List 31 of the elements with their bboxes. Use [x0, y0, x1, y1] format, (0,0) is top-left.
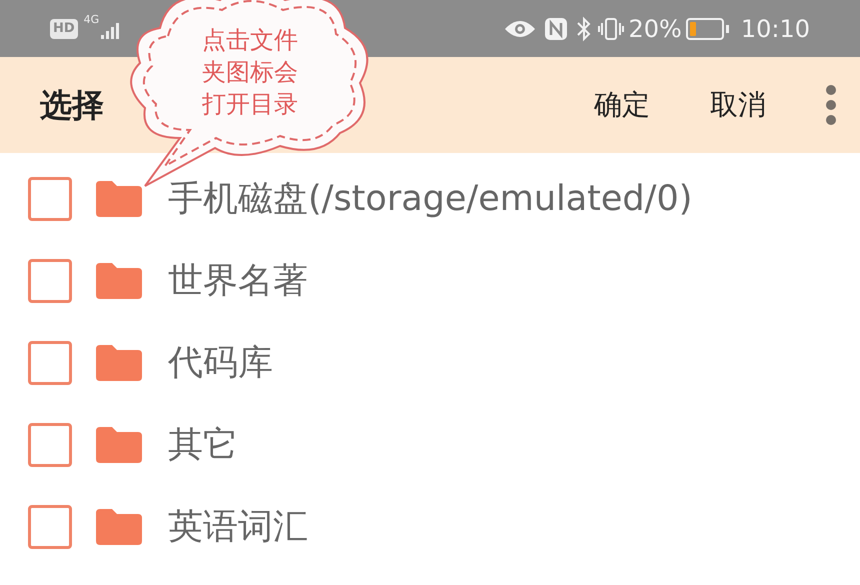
eye-icon: [504, 18, 536, 38]
hd-icon: HD: [50, 18, 78, 38]
network-type: 4G: [84, 12, 100, 28]
checkbox[interactable]: [28, 259, 72, 303]
toolbar-action[interactable]: 取消: [710, 84, 766, 126]
folder-icon[interactable]: [94, 507, 144, 547]
toolbar-action[interactable]: 确定: [594, 84, 650, 126]
checkbox[interactable]: [28, 423, 72, 467]
vibrate-icon: [598, 16, 624, 40]
folder-name[interactable]: 其它: [168, 418, 238, 472]
battery-icon: [686, 18, 729, 40]
folder-name[interactable]: 世界名著: [168, 254, 308, 308]
checkbox[interactable]: [28, 177, 72, 221]
folder-name[interactable]: 手机磁盘(/storage/emulated/0): [168, 172, 692, 226]
callout-text: 点击文件: [202, 25, 298, 56]
nfc-icon: [544, 16, 568, 40]
page-title: 选择: [40, 85, 104, 126]
checkbox[interactable]: [28, 341, 72, 385]
clock: 10:10: [740, 14, 810, 44]
folder-icon[interactable]: [94, 261, 144, 301]
folder-icon[interactable]: [94, 343, 144, 383]
folder-icon[interactable]: [94, 425, 144, 465]
folder-name[interactable]: 英语词汇: [168, 500, 308, 554]
callout-text: 夹图标会: [202, 57, 298, 88]
callout-text: 打开目录: [202, 89, 298, 120]
more-menu-icon[interactable]: [826, 85, 836, 125]
folder-name[interactable]: 代码库: [168, 336, 273, 390]
folder-icon[interactable]: [94, 179, 144, 219]
bluetooth-icon: [576, 16, 592, 42]
battery-percent: 20%: [628, 14, 682, 44]
checkbox[interactable]: [28, 505, 72, 549]
